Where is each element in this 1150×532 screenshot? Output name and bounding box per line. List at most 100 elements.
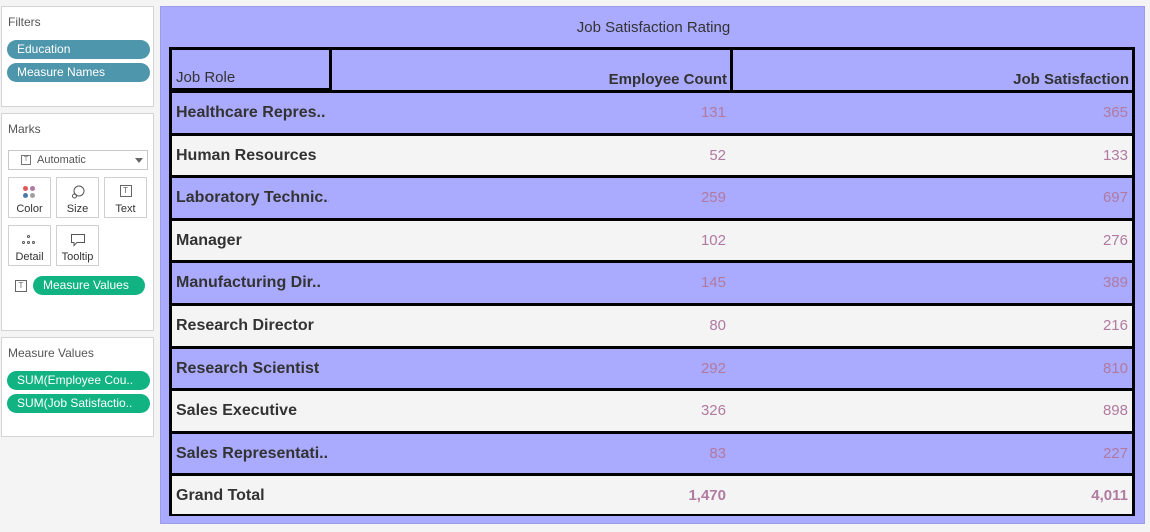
job-satisfaction-value: 216 [1102, 317, 1128, 334]
chevron-down-icon [135, 158, 143, 163]
table-row: Manager 102 276 [169, 218, 1135, 261]
employee-count-value: 292 [700, 360, 726, 377]
color-label: Color [16, 203, 43, 215]
detail-label: Detail [15, 251, 44, 263]
row-role-label: Sales Executive [176, 402, 297, 419]
table-row: Human Resources 52 133 [169, 133, 1135, 176]
table-row: Research Scientist 292 810 [169, 346, 1135, 389]
table-cell[interactable]: 1,470 [329, 473, 733, 516]
job-satisfaction-value: 810 [1102, 360, 1128, 377]
table-cell[interactable]: 216 [730, 303, 1135, 346]
job-satisfaction-value: 898 [1102, 402, 1128, 419]
employee-count-value: 326 [700, 402, 726, 419]
table-cell[interactable]: 365 [730, 90, 1135, 133]
measure-values-shelf: Measure Values SUM(Employee Cou.. SUM(Jo… [1, 337, 154, 437]
table-cell[interactable]: Manager [169, 218, 332, 261]
row-role-label: Research Director [176, 317, 314, 334]
grand-total-row: Grand Total 1,470 4,011 [169, 473, 1135, 516]
table-cell[interactable]: 133 [730, 133, 1135, 176]
marks-card: Marks T Automatic Color Size T Text Deta… [1, 113, 154, 331]
measure-pill-job-satisfaction[interactable]: SUM(Job Satisfactio.. [7, 394, 150, 413]
table-cell[interactable]: 4,011 [730, 473, 1135, 516]
sheet-title: Job Satisfaction Rating [576, 19, 731, 36]
table-cell[interactable]: 80 [329, 303, 733, 346]
color-icon [9, 183, 50, 203]
header-label-job-role: Job Role [176, 69, 236, 86]
job-satisfaction-value: 389 [1102, 274, 1128, 291]
detail-button[interactable]: Detail [8, 225, 51, 266]
table-cell[interactable]: Grand Total [169, 473, 332, 516]
table-cell[interactable]: Research Director [169, 303, 332, 346]
header-cell-job-satisfaction[interactable]: Job Satisfaction [730, 47, 1135, 90]
job-satisfaction-value: 697 [1102, 189, 1128, 206]
job-satisfaction-value: 365 [1102, 104, 1128, 121]
table-cell[interactable]: 227 [730, 431, 1135, 474]
employee-count-value: 52 [709, 147, 726, 164]
table-cell[interactable]: 259 [329, 175, 733, 218]
employee-count-value: 259 [700, 189, 726, 206]
size-icon [57, 183, 98, 203]
filters-shelf: Filters Education Measure Names [1, 6, 154, 107]
table-cell[interactable]: 276 [730, 218, 1135, 261]
worksheet-view: Job Satisfaction Rating Job Role Employe… [160, 6, 1145, 524]
table-cell[interactable]: Laboratory Technic.. [169, 175, 332, 218]
size-button[interactable]: Size [56, 177, 99, 218]
employee-count-value: 102 [700, 232, 726, 249]
filter-pill-education[interactable]: Education [7, 40, 150, 59]
marks-title: Marks [8, 122, 41, 136]
employee-count-value: 1,470 [688, 487, 726, 504]
job-satisfaction-value: 133 [1102, 147, 1128, 164]
text-icon: T [105, 183, 146, 203]
table-cell[interactable]: 131 [329, 90, 733, 133]
table-cell[interactable]: 102 [329, 218, 733, 261]
table-cell[interactable]: Sales Representati.. [169, 431, 332, 474]
job-satisfaction-value: 227 [1102, 445, 1128, 462]
tooltip-button[interactable]: Tooltip [56, 225, 99, 266]
table-cell[interactable]: 292 [329, 346, 733, 389]
header-cell-job-role[interactable]: Job Role [169, 47, 332, 90]
employee-count-value: 80 [709, 317, 726, 334]
marks-pill-measure-values[interactable]: Measure Values [33, 276, 145, 295]
table-row: Manufacturing Dir.. 145 389 [169, 260, 1135, 303]
text-button[interactable]: T Text [104, 177, 147, 218]
employee-count-value: 131 [700, 104, 726, 121]
filter-pill-measure-names[interactable]: Measure Names [7, 63, 150, 82]
text-label: Text [115, 203, 136, 215]
measure-values-title: Measure Values [8, 346, 94, 360]
text-mark-icon: T [21, 155, 31, 165]
table-cell[interactable]: Sales Executive [169, 388, 332, 431]
mark-type-dropdown[interactable]: T Automatic [8, 150, 148, 170]
table-cell[interactable]: Manufacturing Dir.. [169, 260, 332, 303]
header-label-job-satisfaction: Job Satisfaction [1013, 71, 1129, 88]
table-row: Laboratory Technic.. 259 697 [169, 175, 1135, 218]
row-role-label: Sales Representati.. [176, 445, 329, 462]
table-cell[interactable]: 810 [730, 346, 1135, 389]
table-row: Healthcare Repres.. 131 365 [169, 90, 1135, 133]
detail-icon [9, 231, 50, 251]
table-cell[interactable]: 145 [329, 260, 733, 303]
color-button[interactable]: Color [8, 177, 51, 218]
header-cell-employee-count[interactable]: Employee Count [329, 47, 733, 90]
table-cell[interactable]: 52 [329, 133, 733, 176]
table-cell[interactable]: Human Resources [169, 133, 332, 176]
job-satisfaction-value: 4,011 [1091, 487, 1128, 504]
measure-pill-employee-count[interactable]: SUM(Employee Cou.. [7, 371, 150, 390]
table-cell[interactable]: 697 [730, 175, 1135, 218]
row-role-label: Laboratory Technic.. [176, 189, 333, 206]
row-role-label: Healthcare Repres.. [176, 104, 326, 121]
size-label: Size [66, 203, 89, 215]
table-cell[interactable]: Healthcare Repres.. [169, 90, 332, 133]
table-row: Research Director 80 216 [169, 303, 1135, 346]
table-cell[interactable]: Research Scientist [169, 346, 332, 389]
text-shelf-icon: T [15, 280, 27, 292]
filters-title: Filters [8, 15, 41, 29]
tooltip-label: Tooltip [61, 251, 94, 263]
header-label-employee-count: Employee Count [608, 71, 727, 88]
table-cell[interactable]: 389 [730, 260, 1135, 303]
table-cell[interactable]: 83 [329, 431, 733, 474]
table-cell[interactable]: 898 [730, 388, 1135, 431]
table-row: Sales Representati.. 83 227 [169, 431, 1135, 474]
row-role-label: Grand Total [176, 487, 265, 504]
row-role-label: Human Resources [176, 147, 317, 164]
table-cell[interactable]: 326 [329, 388, 733, 431]
